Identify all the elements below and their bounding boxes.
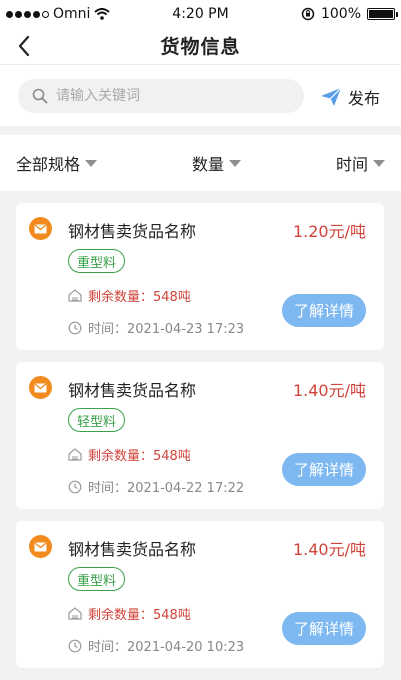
stock-row: 剩余数量：548吨 bbox=[68, 445, 191, 464]
envelope-icon bbox=[29, 376, 52, 399]
filter-bar: 全部规格 数量 时间 bbox=[0, 135, 401, 191]
time-text: 时间：2021-04-23 17:23 bbox=[88, 322, 245, 337]
goods-card[interactable]: 钢材售卖货品名称 1.40元/吨 轻型料 剩余数量：548吨 时间：2021-0… bbox=[16, 362, 384, 509]
type-tag: 轻型料 bbox=[68, 408, 126, 432]
clock-icon bbox=[68, 321, 82, 334]
nav-bar: 货物信息 bbox=[0, 28, 401, 64]
warehouse-icon bbox=[68, 448, 82, 461]
paper-plane-icon bbox=[321, 87, 342, 106]
envelope-icon bbox=[29, 217, 52, 240]
status-bar: Omni 4:20 PM 100% bbox=[0, 0, 401, 28]
time-text: 时间：2021-04-22 17:22 bbox=[88, 481, 245, 496]
type-tag: 重型料 bbox=[68, 567, 126, 591]
view-details-button[interactable]: 了解详情 bbox=[282, 453, 366, 486]
stock-row: 剩余数量：548吨 bbox=[68, 604, 191, 623]
envelope-icon bbox=[29, 535, 52, 558]
publish-button[interactable]: 发布 bbox=[320, 85, 380, 109]
goods-price: 1.20元/吨 bbox=[292, 222, 366, 241]
goods-card[interactable]: 钢材售卖货品名称 1.40元/吨 重型料 剩余数量：548吨 时间：2021-0… bbox=[16, 521, 384, 668]
battery-icon bbox=[367, 8, 398, 20]
search-input[interactable] bbox=[56, 88, 276, 104]
goods-name: 钢材售卖货品名称 bbox=[68, 540, 197, 559]
publish-label: 发布 bbox=[348, 89, 381, 108]
search-box[interactable] bbox=[18, 79, 304, 113]
view-details-button[interactable]: 了解详情 bbox=[282, 294, 366, 327]
goods-price: 1.40元/吨 bbox=[292, 540, 366, 559]
warehouse-icon bbox=[68, 607, 82, 620]
caret-down-icon bbox=[85, 159, 98, 167]
goods-name: 钢材售卖货品名称 bbox=[68, 222, 197, 241]
battery-percent: 100% bbox=[320, 6, 361, 22]
search-icon bbox=[32, 88, 48, 104]
goods-list: 钢材售卖货品名称 1.20元/吨 重型料 剩余数量：548吨 时间：2021-0… bbox=[16, 203, 384, 680]
filter-spec-label: 全部规格 bbox=[16, 155, 81, 174]
page-title: 货物信息 bbox=[160, 36, 241, 58]
filter-quantity-label: 数量 bbox=[191, 155, 224, 174]
stock-text: 剩余数量：548吨 bbox=[88, 290, 191, 305]
filter-spec[interactable]: 全部规格 bbox=[16, 151, 98, 175]
goods-card[interactable]: 钢材售卖货品名称 1.20元/吨 重型料 剩余数量：548吨 时间：2021-0… bbox=[16, 203, 384, 350]
time-row: 时间：2021-04-23 17:23 bbox=[68, 318, 244, 337]
time-row: 时间：2021-04-20 10:23 bbox=[68, 636, 244, 655]
caret-down-icon bbox=[229, 159, 241, 167]
view-details-button[interactable]: 了解详情 bbox=[282, 612, 366, 645]
warehouse-icon bbox=[68, 289, 82, 302]
search-section: 发布 bbox=[0, 64, 401, 126]
stock-text: 剩余数量：548吨 bbox=[88, 449, 191, 464]
clock-icon bbox=[68, 639, 82, 652]
goods-name: 钢材售卖货品名称 bbox=[68, 381, 197, 400]
caret-down-icon bbox=[372, 159, 385, 167]
time-row: 时间：2021-04-22 17:22 bbox=[68, 477, 244, 496]
filter-time-label: 时间 bbox=[335, 155, 368, 174]
stock-text: 剩余数量：548吨 bbox=[88, 608, 191, 623]
orientation-lock-icon bbox=[301, 7, 315, 21]
goods-price: 1.40元/吨 bbox=[292, 381, 366, 400]
clock-icon bbox=[68, 480, 82, 493]
filter-time[interactable]: 时间 bbox=[336, 151, 385, 175]
stock-row: 剩余数量：548吨 bbox=[68, 286, 191, 305]
time-text: 时间：2021-04-20 10:23 bbox=[88, 640, 245, 655]
type-tag: 重型料 bbox=[68, 249, 126, 273]
filter-quantity[interactable]: 数量 bbox=[192, 151, 241, 175]
status-right: 100% bbox=[301, 6, 398, 22]
